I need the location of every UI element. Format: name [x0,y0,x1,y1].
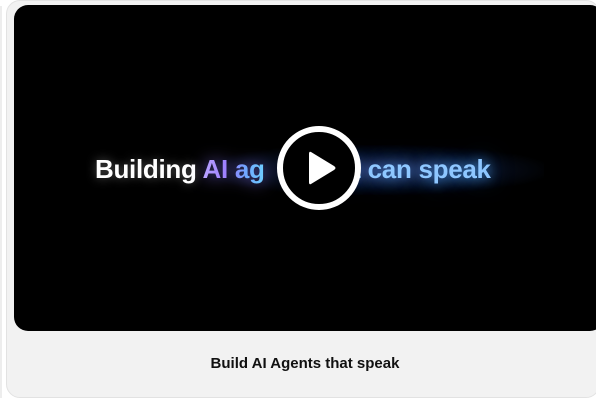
play-button[interactable] [277,126,361,210]
video-caption[interactable]: Build AI Agents that speak [7,355,596,372]
video-player[interactable]: Building AI ag hat can speak [14,5,596,331]
headline-word-ai-agents: AI ag [202,154,265,184]
play-icon [309,151,336,185]
headline-word-building: Building [95,154,203,184]
page-edge [0,6,2,398]
video-card[interactable]: Building AI ag hat can speak Build AI Age… [6,0,596,398]
